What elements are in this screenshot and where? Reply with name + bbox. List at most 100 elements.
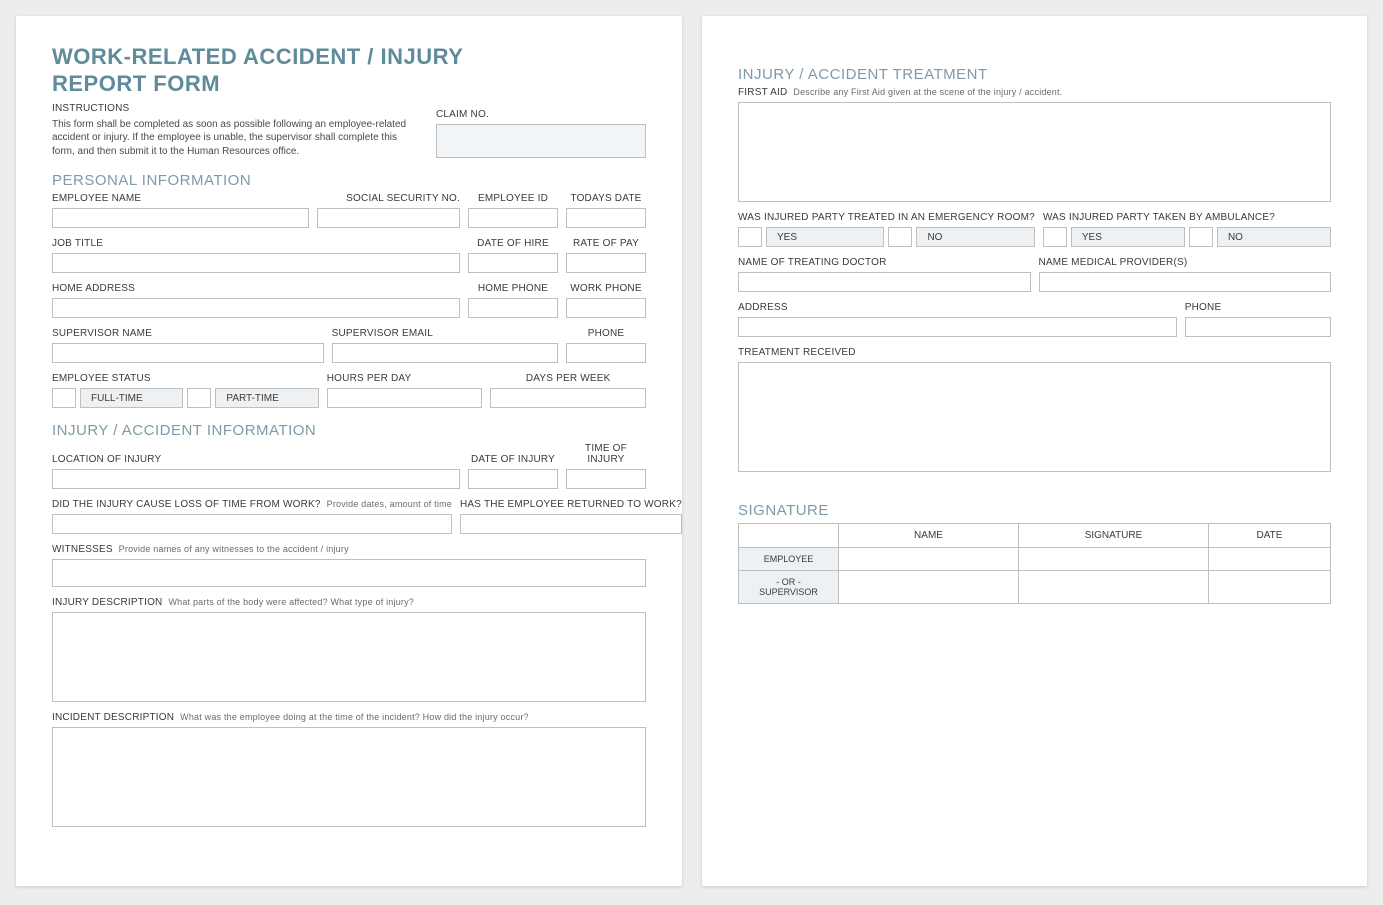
home-phone-field[interactable] [468, 298, 558, 318]
returned-label: HAS THE EMPLOYEE RETURNED TO WORK? [460, 499, 682, 510]
claim-no-field[interactable] [436, 124, 646, 158]
work-phone-field[interactable] [566, 298, 646, 318]
incident-desc-block: INCIDENT DESCRIPTION What was the employ… [52, 712, 646, 827]
provider-address-label: ADDRESS [738, 302, 1177, 313]
treatment-received-field[interactable] [738, 362, 1331, 472]
er-no-checkbox[interactable] [888, 227, 912, 247]
supervisor-phone-label: PHONE [566, 328, 646, 339]
ssn-field[interactable] [317, 208, 460, 228]
provider-phone-field[interactable] [1185, 317, 1331, 337]
injury-desc-word: INJURY DESCRIPTION [52, 597, 162, 608]
incident-desc-field[interactable] [52, 727, 646, 827]
section-injury: INJURY / ACCIDENT INFORMATION [52, 422, 646, 439]
treating-doctor-field[interactable] [738, 272, 1031, 292]
supervisor-phone-field[interactable] [566, 343, 646, 363]
sig-col-date: DATE [1209, 524, 1331, 548]
workspace: WORK-RELATED ACCIDENT / INJURY REPORT FO… [0, 0, 1383, 902]
witnesses-label: WITNESSES Provide names of any witnesses… [52, 544, 646, 555]
injury-desc-sub: What parts of the body were affected? Wh… [168, 597, 414, 607]
treatment-received-block: TREATMENT RECEIVED [738, 347, 1331, 472]
er-options: YES NO [738, 227, 1035, 247]
full-time-checkbox[interactable] [52, 388, 76, 408]
er-no-label: NO [916, 227, 1034, 247]
date-of-injury-label: DATE OF INJURY [468, 454, 558, 465]
employee-name-field[interactable] [52, 208, 309, 228]
row-name-ssn: EMPLOYEE NAME SOCIAL SECURITY NO. EMPLOY… [52, 193, 646, 228]
returned-field[interactable] [460, 514, 682, 534]
supervisor-email-field[interactable] [332, 343, 558, 363]
row-supervisor: SUPERVISOR NAME SUPERVISOR EMAIL PHONE [52, 328, 646, 363]
days-per-week-field[interactable] [490, 388, 646, 408]
location-of-injury-field[interactable] [52, 469, 460, 489]
rate-of-pay-field[interactable] [566, 253, 646, 273]
loss-of-time-label: DID THE INJURY CAUSE LOSS OF TIME FROM W… [52, 499, 452, 510]
first-aid-field[interactable] [738, 102, 1331, 202]
er-yes-checkbox[interactable] [738, 227, 762, 247]
amb-options: YES NO [1043, 227, 1331, 247]
form-title-line1: WORK-RELATED ACCIDENT / INJURY [52, 44, 646, 69]
er-question-label: WAS INJURED PARTY TREATED IN AN EMERGENC… [738, 212, 1035, 223]
time-of-injury-field[interactable] [566, 469, 646, 489]
employee-status-label: EMPLOYEE STATUS [52, 373, 319, 384]
er-yes-label: YES [766, 227, 884, 247]
sig-employee-signature[interactable] [1019, 548, 1209, 571]
amb-no-checkbox[interactable] [1189, 227, 1213, 247]
incident-desc-sub: What was the employee doing at the time … [180, 712, 529, 722]
instructions-label: INSTRUCTIONS [52, 103, 428, 114]
witnesses-field[interactable] [52, 559, 646, 587]
part-time-checkbox[interactable] [187, 388, 211, 408]
section-personal: PERSONAL INFORMATION [52, 172, 646, 189]
sig-col-name: NAME [839, 524, 1019, 548]
injury-desc-block: INJURY DESCRIPTION What parts of the bod… [52, 597, 646, 702]
sig-supervisor-signature[interactable] [1019, 571, 1209, 604]
supervisor-email-label: SUPERVISOR EMAIL [332, 328, 558, 339]
supervisor-name-label: SUPERVISOR NAME [52, 328, 324, 339]
sig-supervisor-name[interactable] [839, 571, 1019, 604]
sig-employee-date[interactable] [1209, 548, 1331, 571]
treatment-received-label: TREATMENT RECEIVED [738, 347, 1331, 358]
hours-per-day-field[interactable] [327, 388, 483, 408]
employee-name-label: EMPLOYEE NAME [52, 193, 309, 204]
witnesses-sub: Provide names of any witnesses to the ac… [119, 544, 349, 554]
full-time-label: FULL-TIME [80, 388, 183, 408]
supervisor-name-field[interactable] [52, 343, 324, 363]
first-aid-word: FIRST AID [738, 87, 787, 98]
instructions-text: This form shall be completed as soon as … [52, 118, 412, 159]
provider-address-field[interactable] [738, 317, 1177, 337]
treating-doctor-label: NAME OF TREATING DOCTOR [738, 257, 1031, 268]
location-of-injury-label: LOCATION OF INJURY [52, 454, 460, 465]
witnesses-word: WITNESSES [52, 544, 113, 555]
page-1: WORK-RELATED ACCIDENT / INJURY REPORT FO… [16, 16, 682, 886]
row-loss-of-time: DID THE INJURY CAUSE LOSS OF TIME FROM W… [52, 499, 646, 534]
home-address-label: HOME ADDRESS [52, 283, 460, 294]
claim-no-col: CLAIM NO. [436, 109, 646, 158]
sig-supervisor-date[interactable] [1209, 571, 1331, 604]
row-status: EMPLOYEE STATUS FULL-TIME PART-TIME HOUR… [52, 373, 646, 408]
row-er-amb: WAS INJURED PARTY TREATED IN AN EMERGENC… [738, 212, 1331, 247]
medical-providers-label: NAME MEDICAL PROVIDER(S) [1039, 257, 1332, 268]
amb-question-label: WAS INJURED PARTY TAKEN BY AMBULANCE? [1043, 212, 1331, 223]
employee-id-field[interactable] [468, 208, 558, 228]
date-of-injury-field[interactable] [468, 469, 558, 489]
claim-no-label: CLAIM NO. [436, 109, 646, 120]
provider-phone-label: PHONE [1185, 302, 1331, 313]
sig-employee-name[interactable] [839, 548, 1019, 571]
amb-yes-checkbox[interactable] [1043, 227, 1067, 247]
row-provider-address: ADDRESS PHONE [738, 302, 1331, 337]
employee-id-label: EMPLOYEE ID [468, 193, 558, 204]
row-address: HOME ADDRESS HOME PHONE WORK PHONE [52, 283, 646, 318]
loss-of-time-q: DID THE INJURY CAUSE LOSS OF TIME FROM W… [52, 499, 321, 510]
loss-of-time-field[interactable] [52, 514, 452, 534]
hours-per-day-label: HOURS PER DAY [327, 373, 483, 384]
instructions-col: INSTRUCTIONS This form shall be complete… [52, 103, 428, 159]
form-title-line2: REPORT FORM [52, 71, 646, 96]
work-phone-label: WORK PHONE [566, 283, 646, 294]
home-address-field[interactable] [52, 298, 460, 318]
date-of-hire-label: DATE OF HIRE [468, 238, 558, 249]
medical-providers-field[interactable] [1039, 272, 1332, 292]
job-title-field[interactable] [52, 253, 460, 273]
injury-desc-field[interactable] [52, 612, 646, 702]
todays-date-field[interactable] [566, 208, 646, 228]
amb-yes-label: YES [1071, 227, 1185, 247]
date-of-hire-field[interactable] [468, 253, 558, 273]
